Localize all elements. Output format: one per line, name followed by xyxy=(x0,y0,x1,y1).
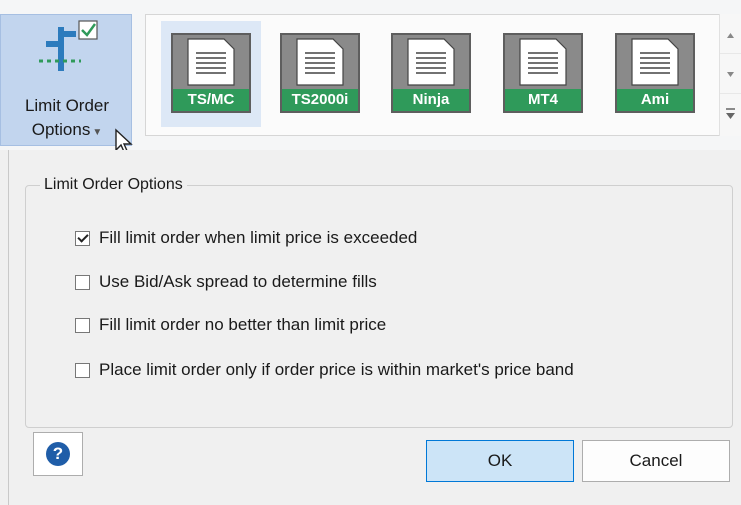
cancel-button[interactable]: Cancel xyxy=(582,440,730,482)
expand-gallery-icon xyxy=(726,108,735,119)
help-icon: ? xyxy=(46,442,70,466)
limit-order-icon xyxy=(39,20,98,71)
gallery-scroll-down-button[interactable] xyxy=(720,54,741,94)
option-use-bid-ask-spread[interactable]: Use Bid/Ask spread to determine fills xyxy=(75,270,377,294)
document-icon xyxy=(631,38,679,86)
document-icon xyxy=(519,38,567,86)
gallery-item-label: TS/MC xyxy=(173,89,249,111)
checkbox-no-better-than-limit[interactable] xyxy=(75,317,90,333)
gallery-item-label: TS2000i xyxy=(282,89,358,111)
gallery-item-ts2000i[interactable]: TS2000i xyxy=(280,33,360,113)
gallery-scrollbar[interactable] xyxy=(719,14,741,136)
chevron-up-icon xyxy=(727,33,734,38)
option-no-better-than-limit[interactable]: Fill limit order no better than limit pr… xyxy=(75,313,386,337)
option-label: Fill limit order when limit price is exc… xyxy=(99,228,418,247)
group-title: Limit Order Options xyxy=(44,176,183,193)
chevron-down-icon xyxy=(727,72,734,77)
gallery-item-ami[interactable]: Ami xyxy=(615,33,695,113)
option-within-price-band[interactable]: Place limit order only if order price is… xyxy=(75,358,574,382)
option-label: Place limit order only if order price is… xyxy=(99,360,574,379)
checkbox-within-price-band[interactable] xyxy=(75,362,90,378)
limit-order-options-group: Limit Order Options xyxy=(25,176,733,428)
option-label: Use Bid/Ask spread to determine fills xyxy=(99,272,377,291)
help-button[interactable]: ? xyxy=(33,432,83,476)
limit-order-label-line1: Limit Order xyxy=(24,96,110,115)
gallery-scroll-up-button[interactable] xyxy=(720,14,741,54)
document-icon xyxy=(296,38,344,86)
gallery-expand-button[interactable] xyxy=(720,94,741,134)
gallery-item-label: Ami xyxy=(617,89,693,111)
gallery-item-tsmc[interactable]: TS/MC xyxy=(161,21,261,127)
dropdown-caret-icon: ▼ xyxy=(92,127,103,138)
gallery-item-mt4[interactable]: MT4 xyxy=(503,33,583,113)
gallery-item-label: Ninja xyxy=(393,89,469,111)
gallery-item-label: MT4 xyxy=(505,89,581,111)
gallery-item-ninja[interactable]: Ninja xyxy=(391,33,471,113)
document-icon xyxy=(187,38,235,86)
checkbox-use-bid-ask-spread[interactable] xyxy=(75,274,90,290)
limit-order-options-button[interactable]: Limit Order Options ▼ xyxy=(0,14,132,146)
option-fill-when-exceeded[interactable]: Fill limit order when limit price is exc… xyxy=(75,226,417,250)
ok-button[interactable]: OK xyxy=(426,440,574,482)
toolbar: Limit Order Options ▼ TS/MC TS2000i Ninj… xyxy=(0,0,741,155)
document-icon xyxy=(407,38,455,86)
option-label: Fill limit order no better than limit pr… xyxy=(99,315,387,334)
checkbox-fill-when-exceeded[interactable] xyxy=(75,230,90,246)
platform-gallery: TS/MC TS2000i Ninja MT4 Ami xyxy=(145,14,741,136)
